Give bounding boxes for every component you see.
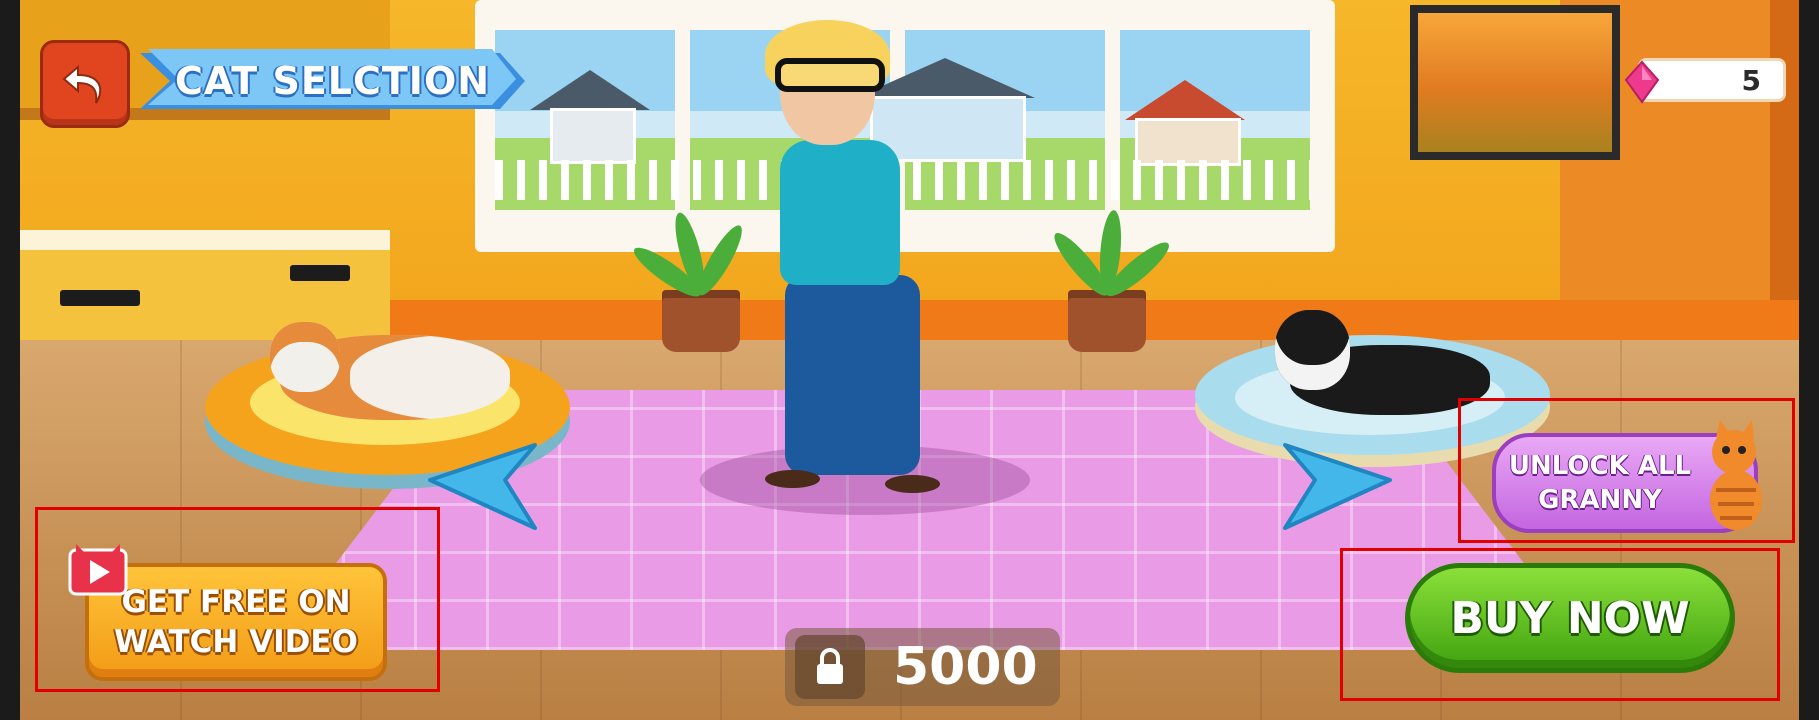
page-title: CAT SELCTION [174, 59, 491, 103]
house [550, 108, 636, 164]
buy-now-label: BUY NOW [1450, 592, 1690, 644]
watch-video-label-line2: WATCH VIDEO [114, 624, 358, 660]
black-cat-head [1275, 310, 1350, 390]
granny-shoe [885, 475, 940, 493]
watch-video-label-line1: GET FREE ON [121, 584, 351, 620]
frame-edge [1799, 0, 1819, 720]
wall-painting [1410, 5, 1620, 160]
plant-pot [662, 290, 740, 352]
buy-now-button[interactable]: BUY NOW [1405, 563, 1735, 673]
unlock-all-label-line1: UNLOCK ALL [1508, 451, 1692, 481]
frame-edge [0, 0, 20, 720]
orange-cat-head [270, 322, 340, 392]
window [475, 0, 1335, 252]
orange-cat-icon [1710, 420, 1762, 530]
granny-shoe [765, 470, 820, 488]
next-arrow-button[interactable] [1275, 420, 1395, 540]
gem-count: 5 [1741, 63, 1761, 97]
game-scene: CAT SELCTION 5 GET FREE ON WATCH VIDEO U… [0, 0, 1819, 720]
price-display: 5000 [785, 628, 1060, 706]
house-roof [1125, 80, 1245, 120]
lock-icon [817, 648, 843, 684]
lock-tile [795, 635, 865, 699]
back-button[interactable] [40, 40, 130, 128]
back-arrow-icon [62, 64, 102, 104]
cabinet-handle [60, 290, 140, 306]
plant-pot [1068, 290, 1146, 352]
previous-arrow-button[interactable] [425, 420, 545, 540]
granny-legs [785, 275, 920, 475]
watch-video-button[interactable]: GET FREE ON WATCH VIDEO [85, 563, 387, 681]
video-icon [68, 544, 128, 596]
unlock-all-label-line2: GRANNY [1538, 485, 1662, 515]
cabinet-handle [290, 265, 350, 281]
price-amount: 5000 [893, 637, 1038, 697]
house-roof [530, 70, 650, 110]
granny-glasses [775, 58, 885, 92]
fence [495, 160, 1310, 200]
title-banner: CAT SELCTION [140, 45, 525, 117]
house [1135, 118, 1241, 166]
gem-icon [1624, 60, 1660, 104]
granny-cardigan [780, 140, 900, 285]
